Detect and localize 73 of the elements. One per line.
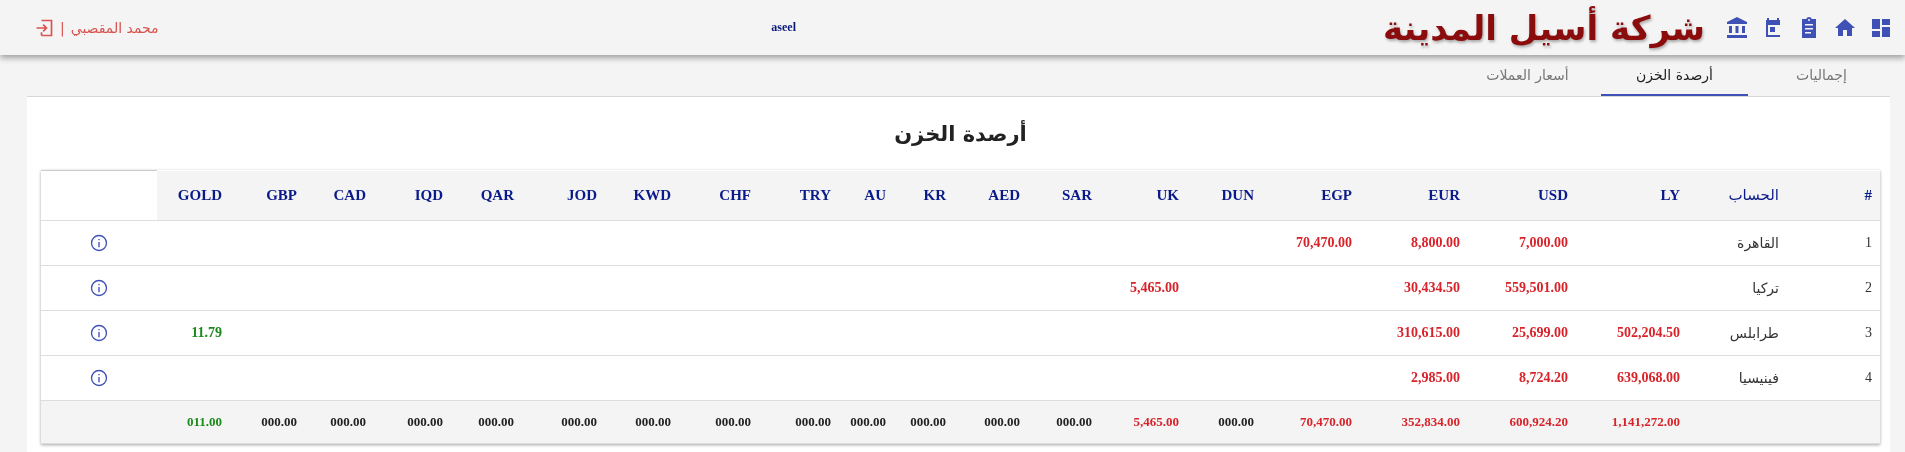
amount-cell: 502,204.50 xyxy=(1576,310,1688,356)
total-cell: 70,470.00 xyxy=(1262,400,1360,444)
column-header: JOD xyxy=(522,170,605,221)
account-name: القاهرة xyxy=(1688,220,1787,266)
amount-cell: 11.79 xyxy=(157,310,230,356)
row-number: 2 xyxy=(1787,265,1880,311)
account-name: طرابلس xyxy=(1688,310,1787,356)
tab[interactable]: أسعار العملات xyxy=(1454,56,1601,96)
info-icon[interactable] xyxy=(90,234,108,252)
amount-cell: 70,470.00 xyxy=(1262,220,1360,266)
column-header: EGP xyxy=(1262,170,1360,221)
total-cell: 000.00 xyxy=(605,400,679,444)
logout-icon[interactable] xyxy=(34,17,54,38)
column-header: LY xyxy=(1576,170,1688,221)
column-header: TRY xyxy=(759,170,839,221)
amount-cell: 7,000.00 xyxy=(1468,220,1576,266)
total-cell: 000.00 xyxy=(451,400,522,444)
column-header: AED xyxy=(954,170,1028,221)
total-cell: 000.00 xyxy=(894,400,954,444)
total-cell: 000.00 xyxy=(1187,400,1262,444)
info-icon[interactable] xyxy=(90,369,108,387)
total-cell: 000.00 xyxy=(374,400,451,444)
username: aseel xyxy=(771,20,796,35)
column-header: EUR xyxy=(1360,170,1468,221)
card-title: أرصدة الخزن xyxy=(894,121,1027,146)
total-cell: 600,924.20 xyxy=(1468,400,1576,444)
row-number: 3 xyxy=(1787,310,1880,356)
column-header: DUN xyxy=(1187,170,1262,221)
amount-cell: 559,501.00 xyxy=(1468,265,1576,311)
account-name: فينيسيا xyxy=(1688,355,1787,401)
column-header: KR xyxy=(894,170,954,221)
column-header: الحساب xyxy=(1688,170,1787,221)
amount-cell: 8,724.20 xyxy=(1468,355,1576,401)
total-cell: 000.00 xyxy=(954,400,1028,444)
column-header: UK xyxy=(1100,170,1187,221)
total-cell: 011.00 xyxy=(157,400,230,444)
total-cell: 352,834.00 xyxy=(1360,400,1468,444)
amount-cell: 2,985.00 xyxy=(1360,355,1468,401)
total-cell: 000.00 xyxy=(305,400,374,444)
row-number: 1 xyxy=(1787,220,1880,266)
column-header: CAD xyxy=(305,170,374,221)
column-header: USD xyxy=(1468,170,1576,221)
column-header: AU xyxy=(839,170,894,221)
column-header: SAR xyxy=(1028,170,1100,221)
total-cell: 000.00 xyxy=(839,400,894,444)
total-cell: 000.00 xyxy=(679,400,759,444)
total-cell: 000.00 xyxy=(522,400,605,444)
amount-cell: 5,465.00 xyxy=(1100,265,1187,311)
column-header: # xyxy=(1787,170,1880,221)
column-header: QAR xyxy=(451,170,522,221)
column-header: IQD xyxy=(374,170,451,221)
separator: | xyxy=(60,19,65,36)
total-cell: 000.00 xyxy=(759,400,839,444)
account-name: تركيا xyxy=(1688,265,1787,311)
info-icon[interactable] xyxy=(90,279,108,297)
amount-cell: 30,434.50 xyxy=(1360,265,1468,311)
row-number: 4 xyxy=(1787,355,1880,401)
total-cell: 5,465.00 xyxy=(1100,400,1187,444)
user-name: محمد المقصبي xyxy=(70,19,159,36)
amount-cell: 639,068.00 xyxy=(1576,355,1688,401)
info-icon[interactable] xyxy=(90,324,108,342)
tab[interactable]: إجماليات xyxy=(1748,56,1895,96)
amount-cell: 310,615.00 xyxy=(1360,310,1468,356)
column-header: GOLD xyxy=(157,170,230,221)
total-cell: 1,141,272.00 xyxy=(1576,400,1688,444)
total-cell: 000.00 xyxy=(230,400,305,444)
column-header: GBP xyxy=(230,170,305,221)
amount-cell: 8,800.00 xyxy=(1360,220,1468,266)
column-header: CHF xyxy=(679,170,759,221)
total-cell: 000.00 xyxy=(1028,400,1100,444)
amount-cell: 25,699.00 xyxy=(1468,310,1576,356)
bank-icon[interactable] xyxy=(1725,15,1749,40)
column-header: KWD xyxy=(605,170,679,221)
